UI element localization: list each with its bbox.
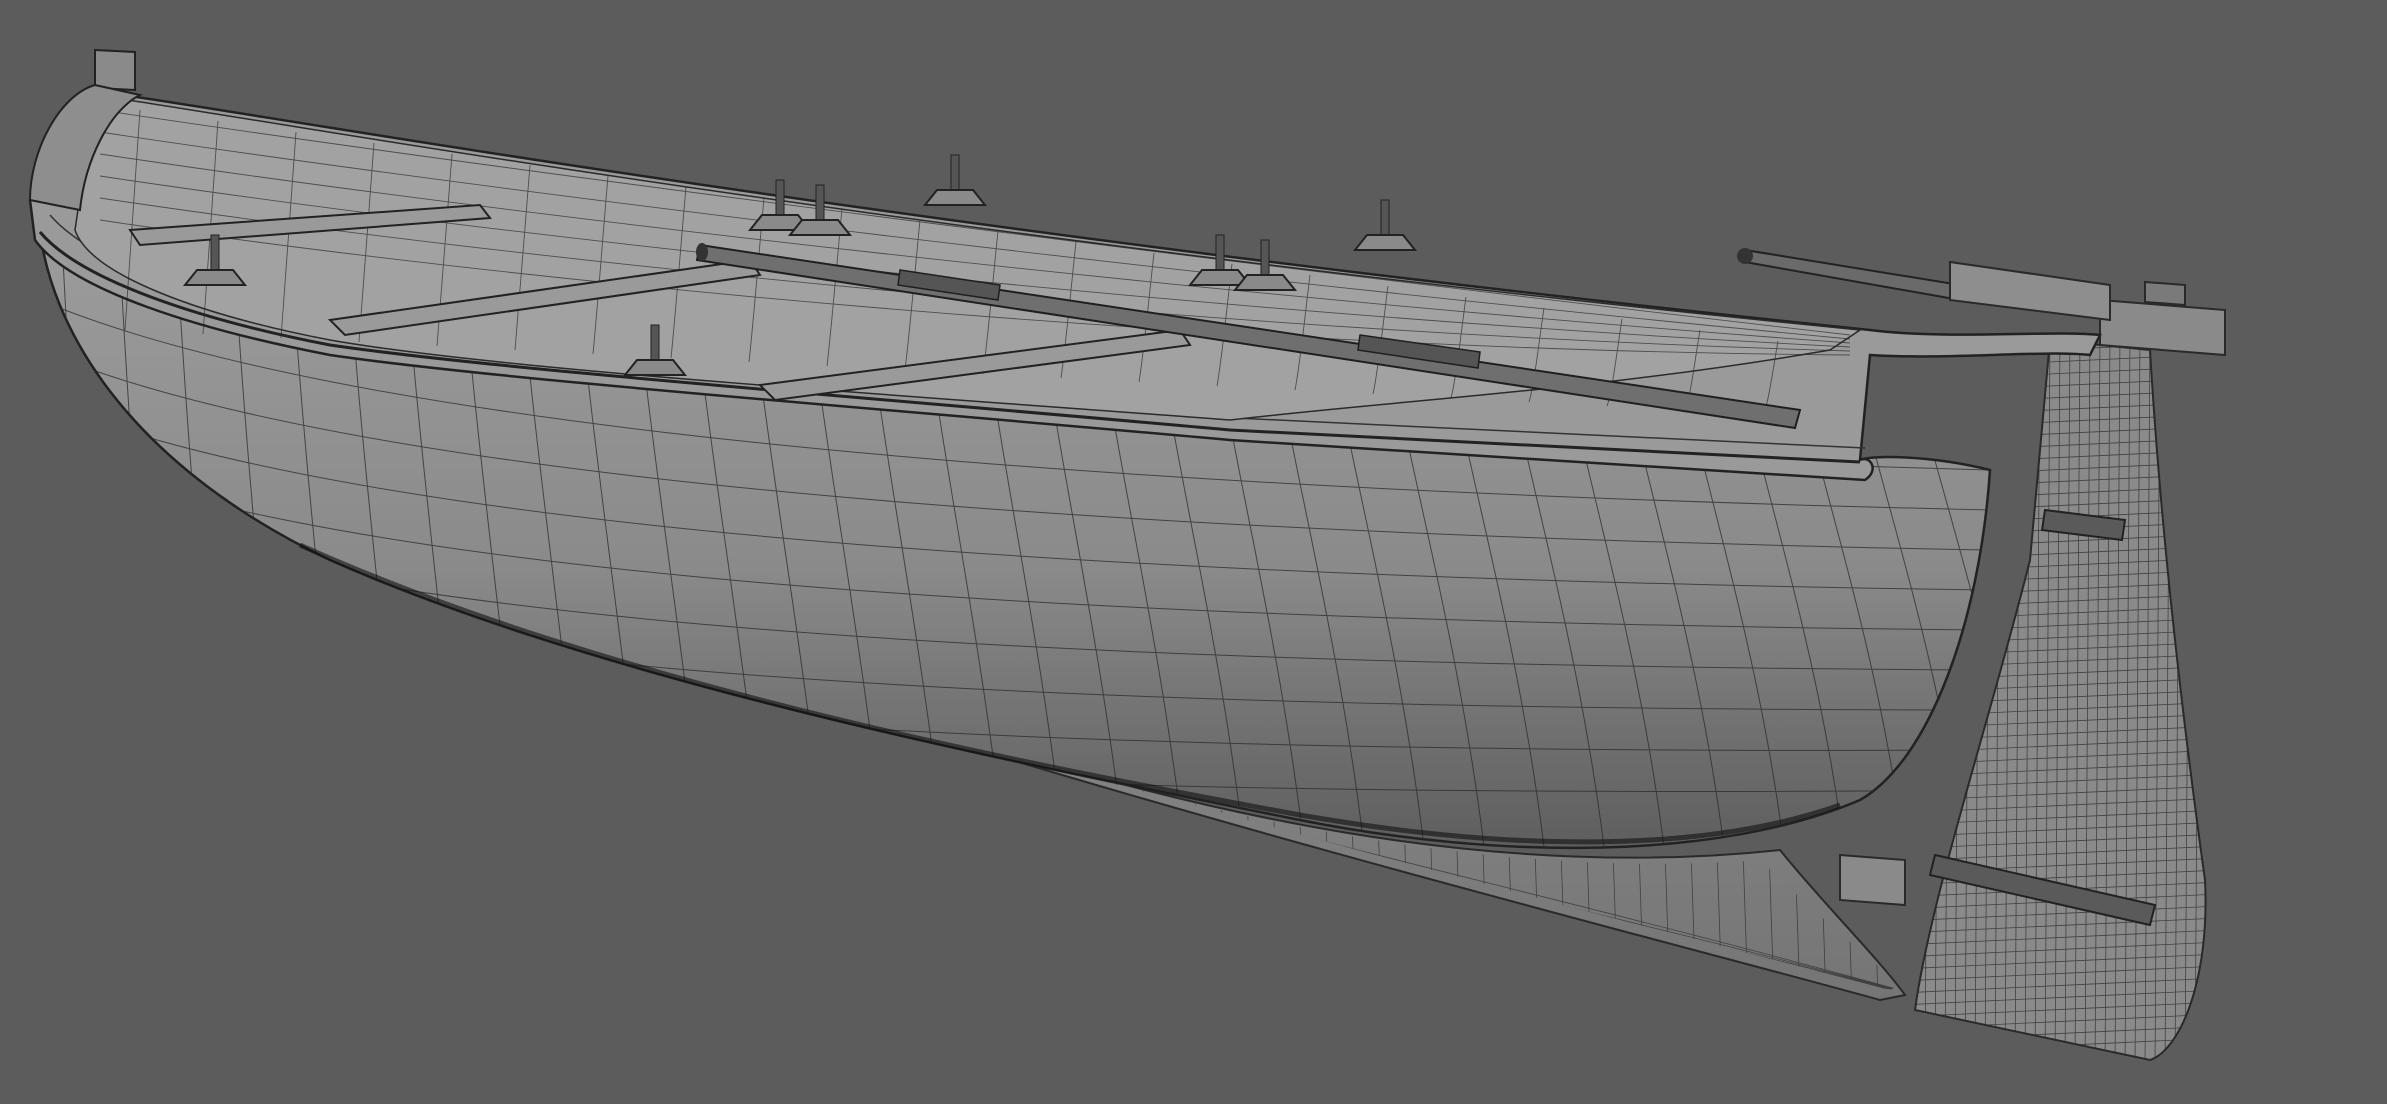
boat-model (28, 48, 2226, 1062)
3d-viewport[interactable] (0, 0, 2387, 1104)
oarlock-3 (922, 154, 988, 206)
oarlock-4 (1352, 199, 1418, 251)
